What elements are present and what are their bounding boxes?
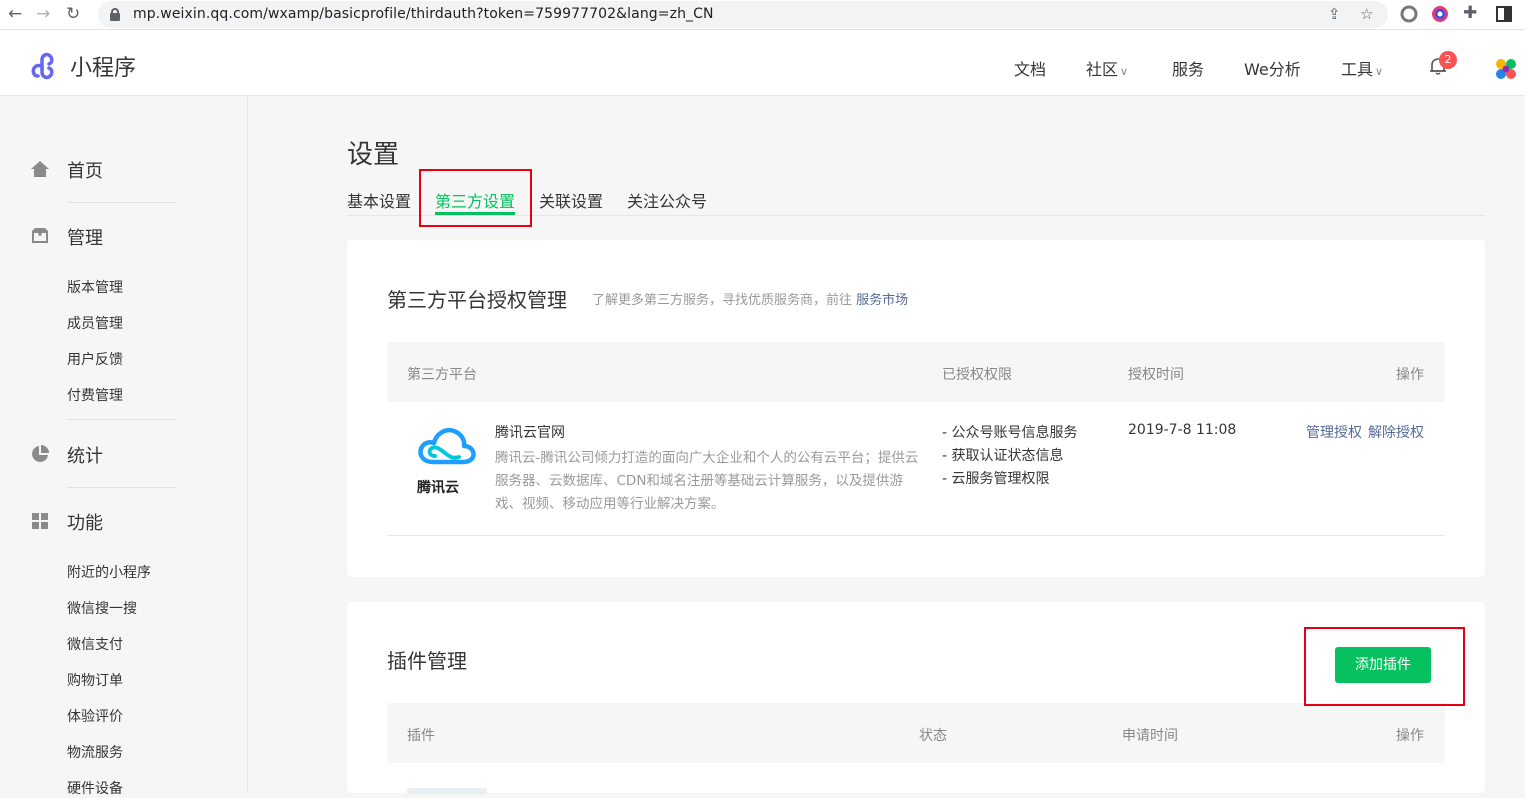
sidebar-divider [67,202,177,203]
nav-we-analytics[interactable]: We分析 [1244,56,1301,80]
column-header: 授权时间 [1128,367,1184,383]
share-icon[interactable]: ⇪ [1328,5,1341,23]
auth-time: 2019-7-8 11:08 [1128,422,1237,438]
manage-auth-link[interactable]: 管理授权 [1306,422,1362,442]
column-header: 第三方平台 [407,367,477,383]
permission-item: - 获取认证状态信息 [942,448,1064,464]
sidebar-item-payment-manage[interactable]: 付费管理 [67,385,123,405]
side-panel-icon[interactable] [1495,5,1513,23]
permission-item: - 云服务管理权限 [942,471,1050,487]
nav-tools[interactable]: 工具 ∨ [1341,56,1383,80]
platform-name: 腾讯云官网 [495,425,565,441]
auth-card-desc: 了解更多第三方服务，寻找优质服务商，前往 服务市场 [592,289,908,308]
extension-circle-icon[interactable] [1400,5,1418,23]
tencent-cloud-logo: 腾讯云 [415,422,479,502]
column-header: 操作 [1396,728,1424,744]
puzzle-extensions-icon[interactable]: ✚ [1463,3,1477,23]
grid-icon [32,513,48,529]
url-text[interactable]: mp.weixin.qq.com/wxamp/basicprofile/thir… [133,6,714,22]
chevron-down-icon: ∨ [1375,65,1384,78]
notification-badge: 2 [1439,51,1457,69]
column-header: 操作 [1396,367,1424,383]
column-header: 插件 [407,728,435,744]
sidebar-item-logistics[interactable]: 物流服务 [67,742,123,762]
sidebar-item-wechat-pay[interactable]: 微信支付 [67,634,123,654]
tab-association-settings[interactable]: 关联设置 [539,188,603,212]
sidebar-item-wechat-search[interactable]: 微信搜一搜 [67,598,137,618]
nav-community[interactable]: 社区 ∨ [1086,56,1128,80]
sidebar-item-reviews[interactable]: 体验评价 [67,706,123,726]
sidebar-item-orders[interactable]: 购物订单 [67,670,123,690]
sidebar-divider [67,419,177,420]
table-row: 腾讯云 腾讯云官网 腾讯云-腾讯公司倾力打造的面向广大企业和个人的公有云平台；提… [387,400,1445,536]
sidebar-item-feedback[interactable]: 用户反馈 [67,349,123,369]
reload-icon[interactable]: ↻ [66,4,80,24]
plugin-table-header: 插件 状态 申请时间 操作 [387,703,1445,763]
sidebar: 首页 管理 版本管理 成员管理 用户反馈 付费管理 统计 功能 附近的小程序 微… [0,97,248,797]
sidebar-item-version[interactable]: 版本管理 [67,277,123,297]
service-market-link[interactable]: 服务市场 [856,293,908,308]
column-header: 申请时间 [1122,728,1178,744]
permission-item: - 公众号账号信息服务 [942,425,1078,441]
column-header: 状态 [919,728,947,744]
sidebar-item-label: 管理 [67,228,103,249]
home-icon [31,161,49,177]
sidebar-item-nearby[interactable]: 附近的小程序 [67,562,151,582]
tab-follow-official-account[interactable]: 关注公众号 [627,188,707,212]
cloud-icon [418,428,476,465]
sidebar-item-hardware[interactable]: 硬件设备 [67,778,123,798]
auth-card-title: 第三方平台授权管理 [387,288,567,312]
sidebar-item-label: 首页 [67,161,103,182]
plugin-card-title: 插件管理 [387,649,467,673]
app-logo-text[interactable]: 小程序 [70,50,136,82]
sidebar-item-label: 统计 [67,446,103,467]
sidebar-item-label: 功能 [67,513,103,534]
highlight-box-add-plugin [1304,627,1465,706]
logo-text: 腾讯云 [417,480,459,496]
forward-arrow-icon[interactable]: → [36,4,50,24]
lock-icon [110,8,120,21]
nav-tools-label: 工具 [1341,60,1374,79]
plugin-row-icon [407,788,487,794]
browser-toolbar: ← → ↻ mp.weixin.qq.com/wxamp/basicprofil… [0,0,1525,30]
nav-community-label: 社区 [1086,60,1119,79]
miniprogram-logo-icon[interactable] [30,50,62,82]
chevron-down-icon: ∨ [1120,65,1129,78]
nav-docs[interactable]: 文档 [1014,56,1046,80]
avatar[interactable] [1493,56,1519,82]
auth-card-desc-text: 了解更多第三方服务，寻找优质服务商，前往 [592,293,853,308]
page-title: 设置 [347,140,400,170]
sidebar-divider [67,487,177,488]
third-party-auth-card: 第三方平台授权管理 了解更多第三方服务，寻找优质服务商，前往 服务市场 第三方平… [347,240,1485,577]
pie-chart-icon [32,445,49,462]
revoke-auth-link[interactable]: 解除授权 [1368,422,1424,442]
highlight-box-tab [419,169,532,227]
bookmark-star-icon[interactable]: ☆ [1360,5,1373,23]
address-bar[interactable]: mp.weixin.qq.com/wxamp/basicprofile/thir… [98,1,1388,28]
extension-color-icon[interactable] [1431,5,1449,23]
top-header: 小程序 文档 社区 ∨ 服务 We分析 工具 ∨ 2 [0,30,1525,96]
back-arrow-icon[interactable]: ← [8,4,22,24]
tab-basic-settings[interactable]: 基本设置 [347,188,411,212]
column-header: 已授权权限 [942,367,1012,383]
platform-description: 腾讯云-腾讯公司倾力打造的面向广大企业和个人的公有云平台；提供云服务器、云数据库… [495,450,919,512]
inbox-icon [32,228,48,243]
sidebar-item-members[interactable]: 成员管理 [67,313,123,333]
nav-services[interactable]: 服务 [1172,56,1204,80]
auth-table-header: 第三方平台 已授权权限 授权时间 操作 [387,342,1445,402]
